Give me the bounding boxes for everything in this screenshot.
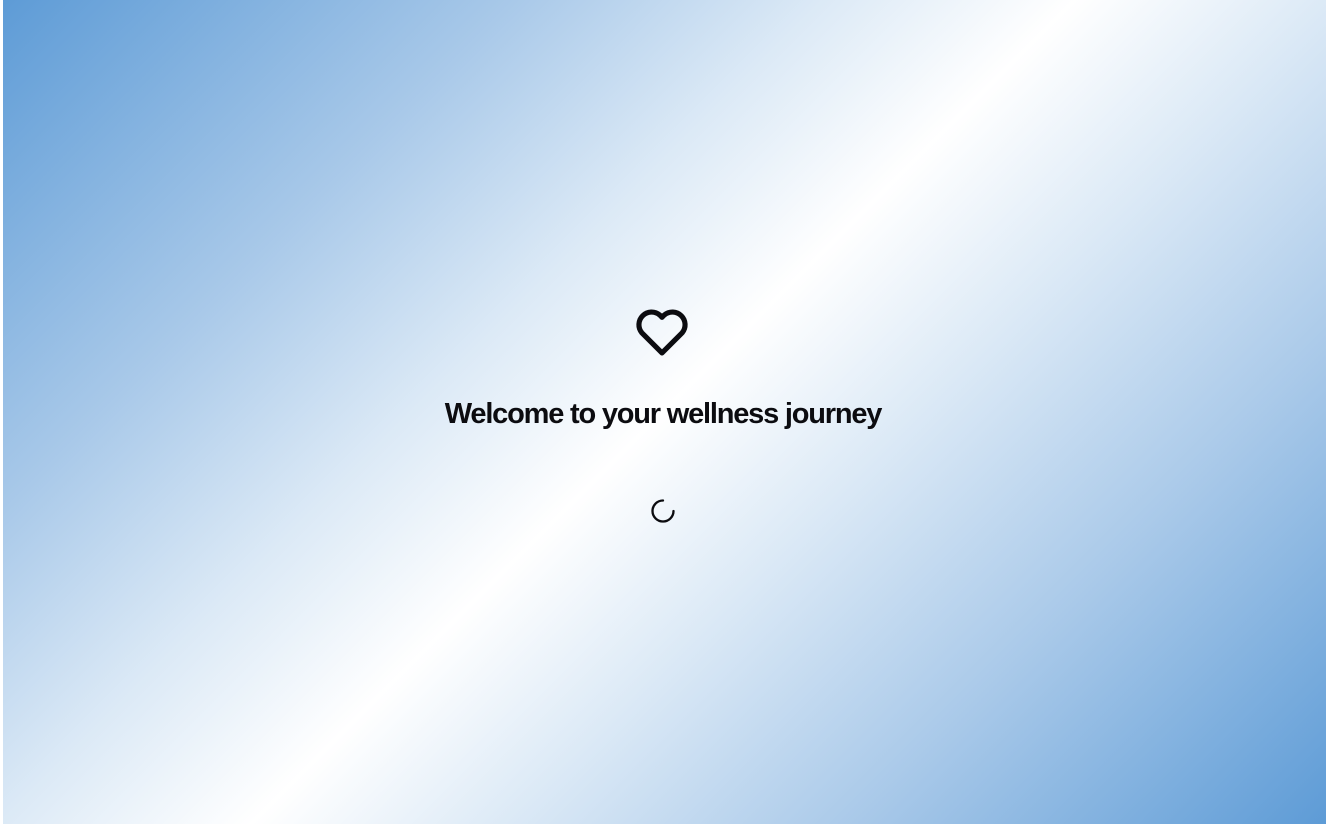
heart-icon — [636, 309, 688, 356]
splash-screen: Welcome to your wellness journey — [0, 0, 1326, 825]
welcome-container: Welcome to your wellness journey — [0, 0, 1326, 825]
loading-spinner-icon — [651, 499, 675, 523]
welcome-title: Welcome to your wellness journey — [444, 398, 883, 430]
